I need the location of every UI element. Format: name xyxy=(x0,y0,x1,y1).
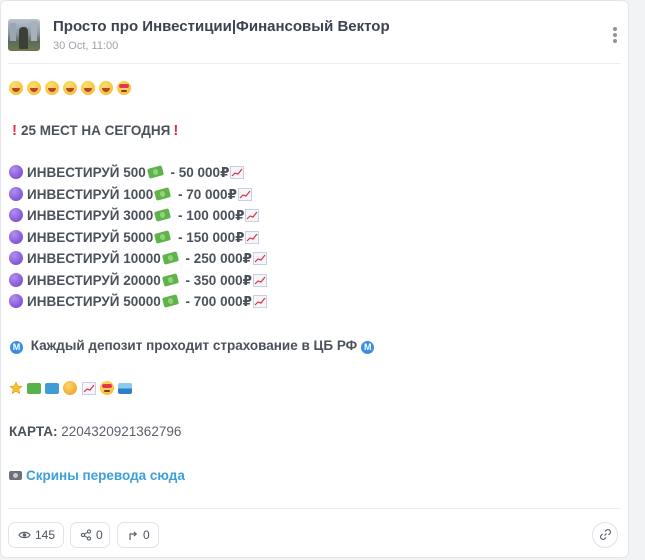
more-options-icon[interactable] xyxy=(612,27,618,45)
channel-avatar[interactable] xyxy=(8,19,40,51)
money-icon xyxy=(146,165,164,179)
offer-result: - 250 000₽ xyxy=(181,251,252,266)
headline: ! 25 МЕСТ НА СЕГОДНЯ! xyxy=(9,121,182,141)
exclamation-icon: ! xyxy=(12,122,17,139)
star-icon xyxy=(9,381,23,395)
surfer-icon xyxy=(118,383,132,394)
offer-invest: ИНВЕСТИРУЙ 5000 xyxy=(27,230,154,245)
offer-result: - 350 000₽ xyxy=(181,273,252,288)
views-counter[interactable]: 145 xyxy=(8,522,64,548)
money-icon xyxy=(161,251,179,265)
metro-icon: M xyxy=(10,341,23,354)
purple-circle-icon xyxy=(9,251,23,265)
chart-up-icon xyxy=(230,166,245,179)
card-line: КАРТА: 2204320921362796 xyxy=(9,422,181,442)
offer-invest: ИНВЕСТИРУЙ 1000 xyxy=(27,187,154,202)
grinning-face-icon xyxy=(45,81,59,95)
share-button[interactable]: 0 xyxy=(70,522,110,548)
money-icon xyxy=(161,273,179,287)
offer-line: ИНВЕСТИРУЙ 50000 - 700 000₽ xyxy=(9,292,267,312)
cash-icon xyxy=(27,383,41,394)
purple-circle-icon xyxy=(9,230,23,244)
grinning-face-icon xyxy=(99,81,113,95)
offer-invest: ИНВЕСТИРУЙ 3000 xyxy=(27,208,154,223)
chart-up-icon xyxy=(245,209,260,222)
offer-line: ИНВЕСТИРУЙ 20000 - 350 000₽ xyxy=(9,271,267,291)
footer-divider xyxy=(8,508,621,509)
camera-icon xyxy=(9,471,22,480)
chart-up-icon xyxy=(245,231,260,244)
post-header: Просто про Инвестиции|Финансовый Вектор … xyxy=(8,18,618,55)
purple-circle-icon xyxy=(9,187,23,201)
emoji-row-1 xyxy=(9,79,135,99)
money-icon xyxy=(161,294,179,308)
views-count: 145 xyxy=(35,528,56,542)
chart-up-icon xyxy=(237,188,252,201)
header-divider xyxy=(8,63,621,64)
coin-icon xyxy=(63,381,77,395)
offer-invest: ИНВЕСТИРУЙ 10000 xyxy=(27,251,161,266)
heart-eyes-icon xyxy=(117,81,131,95)
headline-text: 25 МЕСТ НА СЕГОДНЯ xyxy=(21,123,171,138)
chart-up-icon xyxy=(253,274,267,287)
post-footer: 145 0 0 xyxy=(8,522,618,550)
copy-link-button[interactable] xyxy=(592,522,618,548)
share-icon xyxy=(80,529,92,541)
purple-circle-icon xyxy=(9,165,23,179)
offer-line: ИНВЕСТИРУЙ 10000 - 250 000₽ xyxy=(9,249,267,269)
offer-line: ИНВЕСТИРУЙ 500 - 50 000₽ xyxy=(9,163,245,183)
forwards-count: 0 xyxy=(143,528,150,542)
offer-result: - 700 000₽ xyxy=(181,294,252,309)
eye-icon xyxy=(18,531,31,539)
offer-result: - 50 000₽ xyxy=(166,165,230,180)
offer-invest: ИНВЕСТИРУЙ 20000 xyxy=(27,273,161,288)
post-card: Просто про Инвестиции|Финансовый Вектор … xyxy=(0,0,629,558)
offer-result: - 70 000₽ xyxy=(174,187,237,202)
grinning-face-icon xyxy=(63,81,77,95)
money-icon xyxy=(154,208,172,222)
post-date: 30 Oct, 11:00 xyxy=(53,40,119,52)
insurance-text: Каждый депозит проходит страхование в ЦБ… xyxy=(30,338,358,353)
grinning-face-icon xyxy=(81,81,95,95)
card-label: КАРТА: xyxy=(9,424,58,439)
purple-circle-icon xyxy=(9,208,23,222)
heart-eyes-icon xyxy=(100,381,114,395)
forward-icon xyxy=(129,531,138,540)
screens-line: Скрины перевода сюда xyxy=(9,466,185,486)
emoji-row-2 xyxy=(9,379,136,399)
insurance-line: M Каждый депозит проходит страхование в … xyxy=(9,336,378,356)
shares-count: 0 xyxy=(96,528,103,542)
offer-invest: ИНВЕСТИРУЙ 50000 xyxy=(27,294,161,309)
screens-link[interactable]: Скрины перевода сюда xyxy=(26,468,185,483)
offer-invest: ИНВЕСТИРУЙ 500 xyxy=(27,165,146,180)
offer-line: ИНВЕСТИРУЙ 5000 - 150 000₽ xyxy=(9,228,260,248)
card-number: 2204320921362796 xyxy=(57,424,182,439)
channel-name[interactable]: Просто про Инвестиции|Финансовый Вектор xyxy=(53,18,390,35)
chart-up-icon xyxy=(253,295,267,308)
purple-circle-icon xyxy=(9,294,23,308)
offer-result: - 150 000₽ xyxy=(174,230,245,245)
purple-circle-icon xyxy=(9,273,23,287)
offer-result: - 100 000₽ xyxy=(174,208,245,223)
offer-line: ИНВЕСТИРУЙ 1000 - 70 000₽ xyxy=(9,185,252,205)
money-icon xyxy=(154,187,172,201)
banknote-icon xyxy=(45,383,59,394)
grinning-face-icon xyxy=(9,81,23,95)
forward-button[interactable]: 0 xyxy=(117,522,159,548)
offer-line: ИНВЕСТИРУЙ 3000 - 100 000₽ xyxy=(9,206,260,226)
chart-up-icon xyxy=(253,252,267,265)
grinning-face-icon xyxy=(27,81,41,95)
money-icon xyxy=(154,230,172,244)
chart-up-icon xyxy=(82,382,96,395)
link-icon xyxy=(599,529,611,540)
metro-icon: M xyxy=(361,341,375,354)
exclamation-icon: ! xyxy=(173,122,179,139)
